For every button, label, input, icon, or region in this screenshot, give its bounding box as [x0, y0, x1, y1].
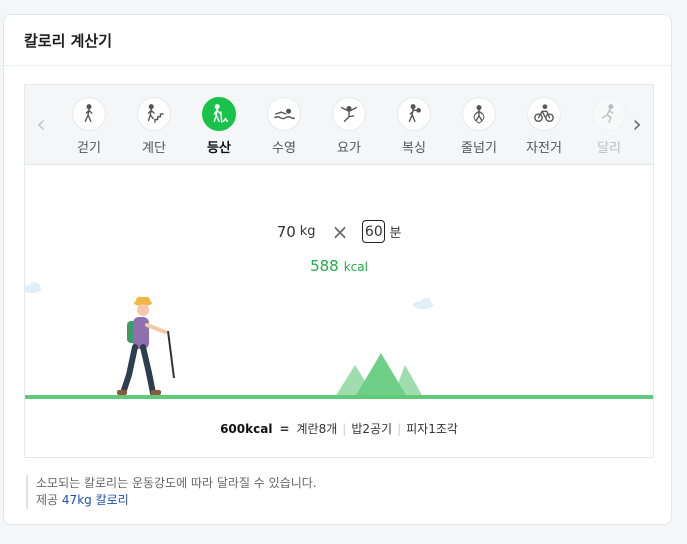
ground-line [25, 395, 653, 399]
provider-line: 제공 47kg 칼로리 [36, 492, 317, 509]
provider-link[interactable]: 47kg 칼로리 [62, 493, 129, 507]
equiv-item: 계란8개 [296, 422, 338, 436]
disclaimer-text: 소모되는 칼로리는 운동강도에 따라 달라질 수 있습니다. [36, 476, 317, 490]
calculator-panel: ‹ 걷기 계단 등산 수영 요가 복싱 줄넘기 자전거 달리 › 70 kg ×… [24, 84, 654, 458]
calorie-calculator-card: 칼로리 계산기 ‹ 걷기 계단 등산 수영 요가 복싱 줄넘기 자전거 달리 ›… [3, 14, 672, 525]
cloud-right [413, 298, 433, 309]
footnote: 소모되는 칼로리는 운동강도에 따라 달라질 수 있습니다. 제공 47kg 칼… [26, 475, 317, 509]
mountains [335, 353, 423, 397]
equiv-kcal: 600kcal [220, 422, 273, 436]
separator: | [397, 422, 402, 436]
separator: | [342, 422, 347, 436]
hiker-figure [117, 297, 175, 396]
equiv-item: 밥2공기 [351, 422, 393, 436]
hiking-illustration [25, 282, 433, 397]
cloud-left [25, 282, 41, 293]
provider-prefix: 제공 [36, 493, 59, 507]
card-title: 칼로리 계산기 [4, 15, 671, 66]
calorie-equivalent: 600kcal = 계란8개 | 밥2공기 | 피자1조각 [25, 420, 653, 437]
equiv-item: 피자1조각 [406, 422, 458, 436]
equals-sign: = [279, 422, 290, 436]
